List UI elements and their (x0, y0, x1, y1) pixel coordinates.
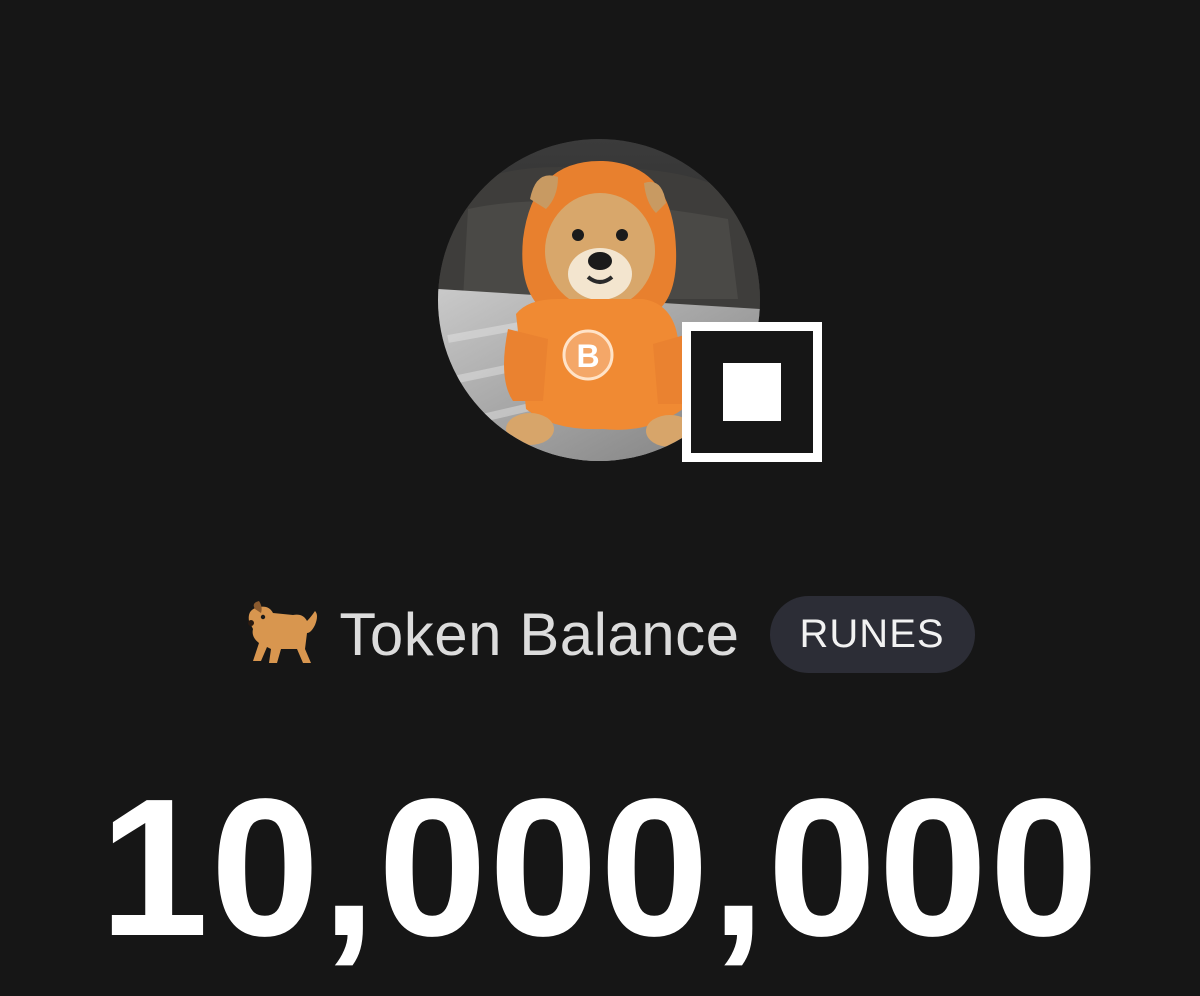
svg-text:B: B (576, 338, 599, 374)
runes-square-icon (682, 322, 822, 462)
token-balance-label-row: Token Balance RUNES (0, 592, 1200, 676)
dog-icon (248, 601, 318, 663)
runes-tag: RUNES (769, 595, 975, 673)
token-balance-value: 10,000,000 (99, 758, 1101, 977)
runes-square-inner (723, 363, 781, 421)
token-balance-label: Token Balance (339, 600, 740, 668)
